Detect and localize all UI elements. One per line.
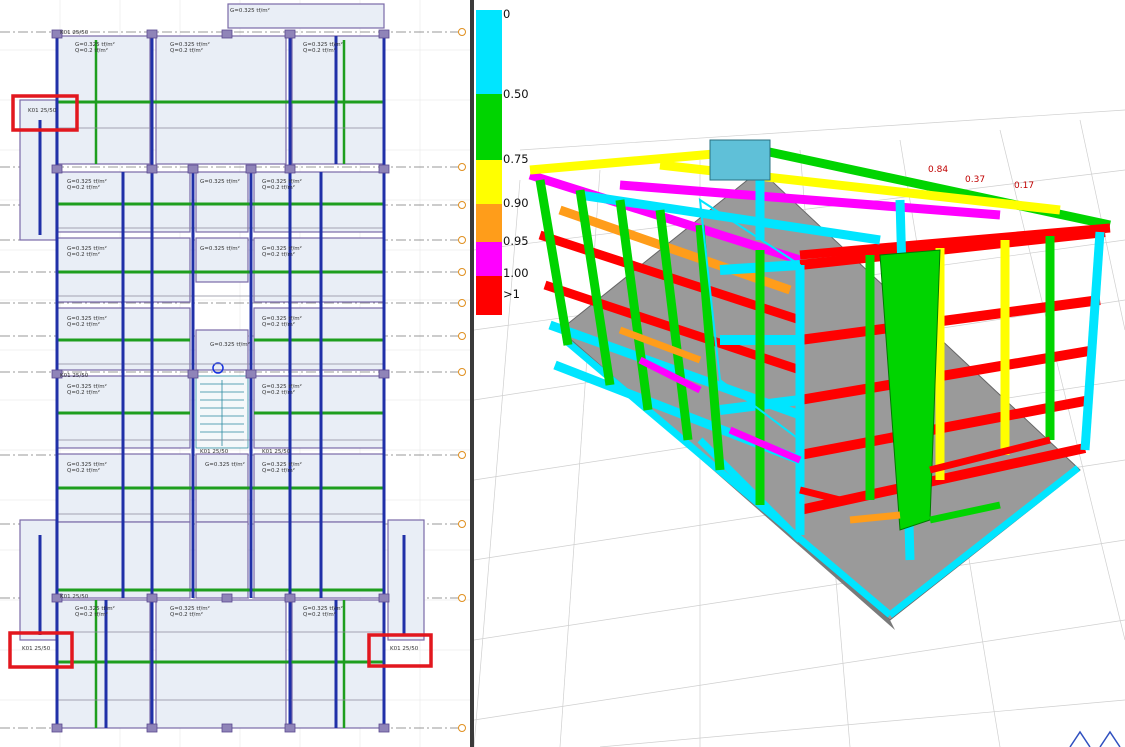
slab-load-label: G=0.325 tf/m²	[262, 178, 302, 185]
slab-load-label: G=0.325 tf/m²	[67, 383, 107, 390]
3d-model-view[interactable]: 0.84 0.37 0.17	[474, 0, 1125, 747]
slab-load-label: Q=0.2 tf/m²	[262, 321, 295, 328]
slab-load-label: G=0.325 tf/m²	[262, 245, 302, 252]
beam-label: K01 25/50	[60, 30, 89, 36]
slab-load-label: G=0.325 tf/m²	[303, 605, 343, 612]
slab-load-label: Q=0.2 tf/m²	[262, 184, 295, 191]
floor-plan-view[interactable]: G=0.325 tf/m² G=0.325 tf/m² Q=0.2 tf/m² …	[0, 0, 470, 747]
floor-plan-drawing: G=0.325 tf/m² G=0.325 tf/m² Q=0.2 tf/m² …	[0, 0, 470, 747]
beam-value-label: 0.37	[965, 175, 985, 185]
slab-load-label: Q=0.2 tf/m²	[75, 611, 108, 618]
legend-label-095: 0.95	[503, 234, 529, 248]
slab-load-label: Q=0.2 tf/m²	[67, 251, 100, 258]
slab-load-label: G=0.325 tf/m²	[230, 7, 270, 14]
slab-load-label: Q=0.2 tf/m²	[67, 389, 100, 396]
legend-band-yellow	[476, 160, 502, 204]
3d-frame-drawing: 0.84 0.37 0.17	[474, 109, 1125, 747]
slab-load-label: G=0.325 tf/m²	[75, 41, 115, 48]
beam-label: K01 25/50	[262, 449, 291, 455]
beam-label: K01 25/50	[60, 594, 89, 600]
color-scale-legend	[476, 10, 502, 315]
slab-load-label: G=0.325 tf/m²	[210, 341, 250, 348]
slab-load-label: G=0.325 tf/m²	[75, 605, 115, 612]
beam-label: K01 25/50	[28, 108, 57, 114]
legend-label-050: 0.50	[503, 87, 529, 101]
slab-load-label: G=0.325 tf/m²	[67, 315, 107, 322]
slab-load-label: G=0.325 tf/m²	[205, 461, 245, 468]
beam-value-label: 0.17	[1014, 181, 1034, 191]
slab-load-label: Q=0.2 tf/m²	[170, 47, 203, 54]
slab-load-label: G=0.325 tf/m²	[262, 461, 302, 468]
slab-load-label: G=0.325 tf/m²	[200, 245, 240, 252]
legend-label-075: 0.75	[503, 152, 529, 166]
legend-label-over1: >1	[503, 287, 520, 301]
legend-band-orange	[476, 204, 502, 242]
legend-band-red	[476, 276, 502, 315]
slab-load-label: G=0.325 tf/m²	[170, 41, 210, 48]
legend-band-cyan	[476, 10, 502, 94]
beam-label: K01 25/50	[200, 449, 229, 455]
slab-load-label: G=0.325 tf/m²	[67, 461, 107, 468]
beam-value-label: 0.84	[928, 165, 948, 175]
slab-load-label: G=0.325 tf/m²	[67, 178, 107, 185]
orbit-navigation-icon[interactable]	[1069, 730, 1121, 747]
slab-load-label: G=0.325 tf/m²	[200, 178, 240, 185]
slab-load-label: Q=0.2 tf/m²	[262, 389, 295, 396]
slab-load-label: G=0.325 tf/m²	[170, 605, 210, 612]
slab-load-label: Q=0.2 tf/m²	[67, 321, 100, 328]
beam-label: K01 25/50	[22, 646, 51, 652]
beam-label: K01 25/50	[60, 373, 89, 379]
slab-load-label: Q=0.2 tf/m²	[303, 47, 336, 54]
slab-load-label: Q=0.2 tf/m²	[262, 467, 295, 474]
slab-load-label: G=0.325 tf/m²	[262, 383, 302, 390]
legend-band-magenta	[476, 242, 502, 276]
slab-load-label: Q=0.2 tf/m²	[303, 611, 336, 618]
legend-label-0: 0	[503, 7, 511, 21]
slab-load-label: Q=0.2 tf/m²	[75, 47, 108, 54]
slab-load-label: Q=0.2 tf/m²	[67, 467, 100, 474]
legend-label-090: 0.90	[503, 196, 529, 210]
slab-load-label: G=0.325 tf/m²	[303, 41, 343, 48]
slab-load-label: Q=0.2 tf/m²	[67, 184, 100, 191]
slab-load-label: Q=0.2 tf/m²	[170, 611, 203, 618]
beam-label: K01 25/50	[390, 646, 419, 652]
slab-load-label: G=0.325 tf/m²	[262, 315, 302, 322]
slab-load-label: Q=0.2 tf/m²	[262, 251, 295, 258]
legend-band-green	[476, 94, 502, 160]
legend-label-100: 1.00	[503, 266, 529, 280]
slab-load-label: G=0.325 tf/m²	[67, 245, 107, 252]
